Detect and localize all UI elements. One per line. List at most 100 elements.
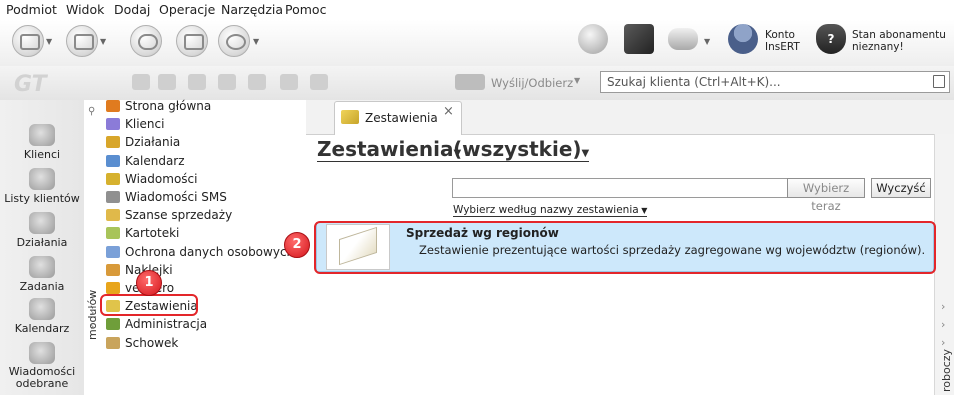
tasks-button[interactable]	[176, 25, 208, 57]
close-tab-icon[interactable]: ×	[443, 104, 454, 119]
menu-narzedzia[interactable]: Narzędzia	[221, 2, 283, 17]
sync-button[interactable]	[130, 25, 162, 57]
box-icon[interactable]	[624, 24, 654, 54]
module-item[interactable]: Administracja	[106, 316, 207, 334]
chevron-down-icon[interactable]: ▼	[704, 37, 710, 46]
module-item[interactable]: Klienci	[106, 116, 164, 134]
module-label: Wiadomości SMS	[125, 190, 227, 204]
module-icon	[106, 209, 120, 222]
module-label: Schowek	[125, 335, 179, 350]
report-search-input[interactable]	[452, 178, 788, 198]
chevron-right-icon[interactable]: ›	[941, 300, 945, 313]
tab-reports[interactable]: Zestawienia ×	[334, 101, 462, 135]
client-lists-icon	[29, 168, 55, 190]
user-account-icon[interactable]	[728, 24, 758, 54]
account-label[interactable]: Konto InsERT	[765, 29, 800, 53]
module-label: Strona główna	[125, 99, 212, 113]
module-item[interactable]: Szanse sprzedaży	[106, 207, 232, 225]
module-item[interactable]: Działania	[106, 134, 180, 152]
filter-dropdown[interactable]: (wszystkie)▼	[453, 137, 590, 162]
chevron-down-icon[interactable]: ▼	[253, 37, 259, 46]
step-badge-1: 1	[136, 270, 162, 296]
subscription-status[interactable]: Stan abonamentu nieznany!	[852, 29, 946, 53]
module-item[interactable]: Kartoteki	[106, 225, 179, 243]
module-item[interactable]: Ochrona danych osobowych	[106, 244, 294, 262]
tab-reports-label: Zestawienia	[365, 111, 438, 125]
chevron-down-icon: ▼	[638, 206, 648, 215]
module-icon	[106, 245, 120, 258]
module-item[interactable]: Schowek	[106, 335, 178, 353]
menu-podmiot[interactable]: Podmiot	[6, 2, 57, 17]
rail-clients[interactable]: Klienci	[0, 124, 84, 161]
module-item[interactable]: Wiadomości SMS	[106, 189, 227, 207]
page-title[interactable]: Zestawienia▼	[317, 137, 462, 162]
module-icon	[106, 118, 120, 131]
chevron-down-icon[interactable]: ▼	[46, 37, 52, 46]
forward-button[interactable]	[66, 25, 98, 57]
module-label: Wiadomości	[125, 171, 198, 186]
client-search-input[interactable]: Szukaj klienta (Ctrl+Alt+K)...	[600, 71, 950, 93]
people-icon[interactable]	[280, 74, 298, 90]
choose-now-button[interactable]: Wybierz teraz	[787, 178, 865, 213]
chevron-right-icon[interactable]: ›	[941, 336, 945, 349]
shield-icon[interactable]: ?	[816, 24, 846, 54]
menu-bar: Podmiot Widok Dodaj Operacje Narzędzia P…	[0, 0, 954, 21]
note-icon[interactable]	[248, 74, 266, 90]
module-icon	[106, 191, 120, 203]
module-label: Działania	[125, 135, 181, 150]
actions-icon	[29, 212, 55, 234]
module-icon	[106, 100, 120, 112]
menu-pomoc[interactable]: Pomoc	[285, 2, 326, 17]
module-label: Ochrona danych osobowych	[125, 244, 295, 259]
menu-operacje[interactable]: Operacje	[159, 2, 215, 17]
send-receive-icon[interactable]	[455, 74, 485, 90]
send-receive-label[interactable]: Wyślij/Odbierz	[491, 76, 573, 90]
clients-icon	[29, 124, 55, 146]
list-icon[interactable]	[933, 75, 945, 88]
chevron-down-icon[interactable]: ▼	[574, 76, 580, 85]
subscription-line1: Stan abonamentu	[852, 29, 946, 41]
account-label-line1: Konto	[765, 29, 795, 41]
rail-clients-label: Klienci	[23, 148, 61, 161]
rail-messages[interactable]: Wiadomości odebrane	[7, 342, 77, 390]
chevron-right-icon[interactable]: ›	[941, 318, 945, 331]
cloud-icon[interactable]	[668, 28, 698, 50]
rail-calendar[interactable]: Kalendarz	[0, 298, 84, 335]
menu-widok[interactable]: Widok	[66, 2, 104, 17]
attach-icon[interactable]	[310, 74, 328, 90]
add-contact-icon[interactable]	[158, 74, 176, 90]
menu-dodaj[interactable]: Dodaj	[114, 2, 150, 17]
group-icon[interactable]	[188, 74, 206, 90]
step-badge-2: 2	[284, 232, 310, 258]
sort-dropdown-label: Wybierz według nazwy zestawienia	[453, 204, 639, 216]
task-icon[interactable]	[218, 74, 236, 90]
module-icon	[106, 154, 120, 167]
module-label: Kartoteki	[125, 226, 180, 241]
chevron-down-icon[interactable]: ▼	[100, 37, 106, 46]
page-title-text: Zestawienia	[317, 137, 454, 161]
module-item[interactable]: Kalendarz	[106, 153, 185, 171]
rail-actions-label: Działania	[16, 236, 68, 249]
module-icon	[106, 227, 120, 240]
help-button[interactable]	[218, 25, 250, 57]
module-label: Szanse sprzedaży	[125, 208, 233, 223]
gt-logo: GT	[14, 72, 47, 97]
client-search-placeholder: Szukaj klienta (Ctrl+Alt+K)...	[607, 75, 781, 89]
secondary-toolbar: GT Wyślij/Odbierz ▼ Szukaj klienta (Ctrl…	[0, 66, 954, 101]
account-label-line2: InsERT	[765, 41, 800, 53]
globe-icon[interactable]	[578, 24, 608, 54]
back-button[interactable]	[12, 25, 44, 57]
pin-icon[interactable]: ⚲	[88, 106, 95, 117]
rail-client-lists[interactable]: Listy klientów	[0, 168, 84, 205]
sort-dropdown[interactable]: Wybierz według nazwy zestawienia ▼	[453, 204, 648, 217]
add-client-icon[interactable]	[132, 74, 150, 90]
rail-tasks[interactable]: Zadania	[0, 256, 84, 293]
module-item[interactable]: Wiadomości	[106, 171, 197, 189]
clear-button[interactable]: Wyczyść	[871, 178, 931, 198]
filter-text: (wszystkie)	[453, 137, 582, 161]
main-toolbar: ▼ ▼ ▼ ▼ Konto InsERT ? Stan abonamentu n…	[0, 20, 954, 67]
rail-actions[interactable]: Działania	[0, 212, 84, 249]
reports-icon	[341, 110, 359, 124]
module-item[interactable]: Strona główna	[106, 98, 211, 116]
module-label: Kalendarz	[125, 153, 185, 168]
